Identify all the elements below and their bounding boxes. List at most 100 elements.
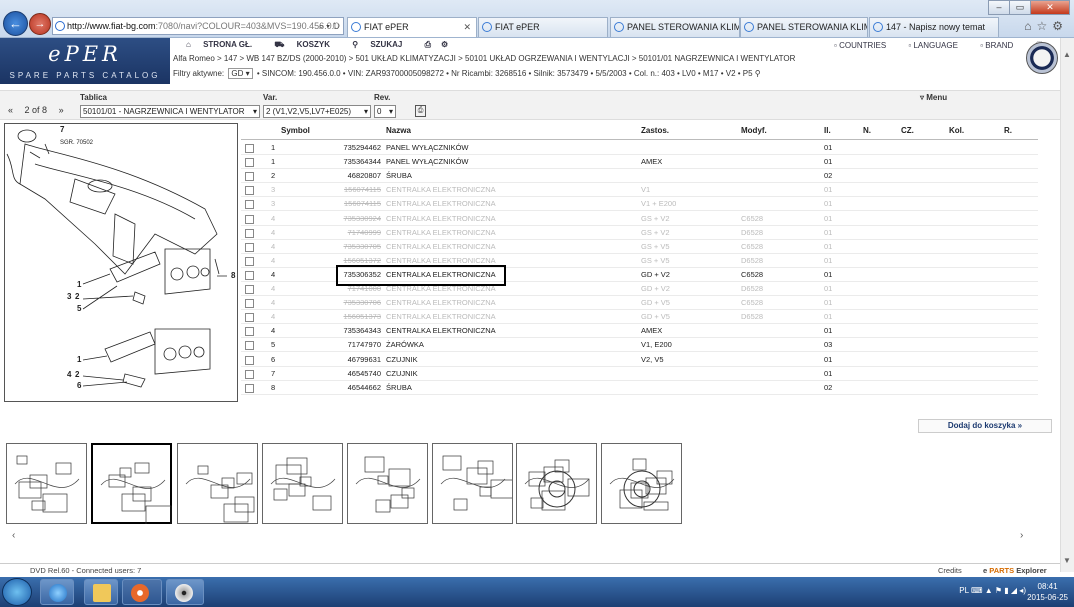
- close-window-button[interactable]: ✕: [1030, 0, 1070, 15]
- diagram-thumbnail[interactable]: [601, 443, 682, 524]
- nav-cart[interactable]: ⛟ KOSZYK: [274, 40, 340, 49]
- callout-7[interactable]: 7: [60, 125, 64, 134]
- row-checkbox[interactable]: [245, 285, 254, 294]
- vertical-scrollbar[interactable]: ▲ ▼: [1060, 38, 1074, 572]
- prev-page-icon[interactable]: «: [8, 105, 13, 115]
- table-row[interactable]: 4 156051373 CENTRALKA ELEKTRONICZNA GD + V5…: [241, 310, 1038, 325]
- row-checkbox[interactable]: [245, 158, 254, 168]
- diagram-thumbnail[interactable]: [91, 443, 172, 524]
- nav-home[interactable]: ⌂ STRONA GŁ.: [186, 40, 262, 49]
- row-checkbox[interactable]: [245, 369, 254, 379]
- system-tray[interactable]: PL ⌨ ▲ ⚑ ▮ ◢ ◂): [959, 586, 1026, 595]
- diagram-thumbnail[interactable]: [432, 443, 513, 524]
- close-tab-icon[interactable]: ✕: [463, 18, 471, 37]
- callout-4[interactable]: 4: [67, 370, 71, 379]
- callout-6[interactable]: 6: [77, 381, 81, 390]
- table-row[interactable]: 4 71740999 CENTRALKA ELEKTRONICZNA GS + V2 D…: [241, 226, 1038, 240]
- row-checkbox[interactable]: [245, 299, 254, 309]
- taskbar-ie[interactable]: [40, 579, 74, 605]
- browser-tab-4[interactable]: PANEL STEROWANIA KLIMY ...: [740, 17, 868, 37]
- table-row[interactable]: 4 735330706 CENTRALKA ELEKTRONICZNA GD + V5…: [241, 296, 1038, 311]
- print-icon[interactable]: ⎙: [425, 40, 431, 49]
- options-icon[interactable]: ⚙: [441, 40, 448, 49]
- filter-select[interactable]: GD ▾: [228, 68, 253, 79]
- row-checkbox[interactable]: [245, 327, 254, 337]
- home-icon[interactable]: ⌂: [1024, 19, 1036, 33]
- row-checkbox[interactable]: [245, 144, 254, 153]
- breadcrumb[interactable]: Alfa Romeo > 147 > WB 147 BZ/DS (2000-20…: [173, 54, 795, 63]
- favorites-star-icon[interactable]: ☆: [1036, 19, 1052, 33]
- pin-icon[interactable]: ⚲: [755, 69, 761, 78]
- browser-tab-5[interactable]: 147 - Napisz nowy temat: [869, 17, 999, 37]
- print-table-icon[interactable]: ⎙: [415, 105, 426, 117]
- nav-search[interactable]: ⚲ SZUKAJ: [352, 40, 412, 49]
- parts-explorer-link[interactable]: e PARTS Explorer: [983, 564, 1047, 577]
- add-to-cart-button[interactable]: Dodaj do koszyka »: [918, 419, 1052, 433]
- start-button[interactable]: [2, 578, 32, 606]
- table-row[interactable]: 4 735330924 CENTRALKA ELEKTRONICZNA GS + V2…: [241, 212, 1038, 226]
- browser-tab-3[interactable]: PANEL STEROWANIA KLIMAT...: [610, 17, 740, 37]
- column-header[interactable]: Il.: [824, 124, 831, 138]
- row-checkbox[interactable]: [245, 200, 254, 210]
- forward-button[interactable]: →: [29, 13, 51, 35]
- taskbar-disc[interactable]: [166, 579, 204, 605]
- back-button[interactable]: ←: [3, 11, 28, 36]
- callout-1[interactable]: 1: [77, 280, 81, 289]
- column-header[interactable]: CZ.: [901, 124, 914, 138]
- scroll-up-icon[interactable]: ▲: [1063, 50, 1071, 59]
- diagram-thumbnail[interactable]: [347, 443, 428, 524]
- table-row[interactable]: 3 156074115 CENTRALKA ELEKTRONICZNA V1 + E2…: [241, 197, 1038, 212]
- row-checkbox[interactable]: [245, 242, 254, 252]
- column-header[interactable]: Kol.: [949, 124, 964, 138]
- row-checkbox[interactable]: [245, 214, 254, 224]
- nav-countries[interactable]: ▫ COUNTRIES: [834, 41, 896, 50]
- rev-select[interactable]: 0 ▾: [374, 105, 396, 118]
- row-checkbox[interactable]: [245, 313, 254, 323]
- scroll-left-icon[interactable]: ‹: [12, 530, 15, 541]
- table-row[interactable]: 1 735294462 PANEL WYŁĄCZNIKÓW 01: [241, 141, 1038, 155]
- column-header[interactable]: Symbol: [281, 124, 310, 138]
- table-row[interactable]: 5 71747970 ŻARÓWKA V1, E200 03: [241, 338, 1038, 353]
- table-row[interactable]: 3 156074115 CENTRALKA ELEKTRONICZNA V1 01: [241, 183, 1038, 198]
- column-header[interactable]: R.: [1004, 124, 1012, 138]
- browser-tab-2[interactable]: FIAT ePER: [478, 17, 608, 37]
- table-row[interactable]: 4 735364343 CENTRALKA ELEKTRONICZNA AMEX 01: [241, 324, 1038, 339]
- callout-3[interactable]: 3: [67, 292, 71, 301]
- diagram-thumbnail[interactable]: [6, 443, 87, 524]
- menu-toggle[interactable]: ▿ Menu: [920, 93, 947, 102]
- table-row[interactable]: 2 46820807 ŚRUBA 02: [241, 169, 1038, 184]
- maximize-button[interactable]: ▭: [1009, 0, 1031, 15]
- next-page-icon[interactable]: »: [59, 105, 64, 115]
- scroll-down-icon[interactable]: ▼: [1063, 556, 1071, 565]
- parts-diagram[interactable]: 7 SGR. 70502 1 3 2 5 8 1 4 2 6: [4, 123, 238, 402]
- taskbar-explorer[interactable]: [84, 579, 118, 605]
- row-checkbox[interactable]: [245, 355, 254, 365]
- credits-link[interactable]: Credits: [938, 564, 962, 577]
- row-checkbox[interactable]: [245, 270, 254, 280]
- diagram-thumbnail[interactable]: [262, 443, 343, 524]
- table-row[interactable]: 4 735330705 CENTRALKA ELEKTRONICZNA GS + V5…: [241, 240, 1038, 254]
- callout-5[interactable]: 5: [77, 304, 81, 313]
- eper-logo[interactable]: ePER SPARE PARTS CATALOG: [0, 38, 170, 84]
- nav-language[interactable]: ▫ LANGUAGE: [908, 41, 968, 50]
- callout-1b[interactable]: 1: [77, 355, 81, 364]
- clock[interactable]: 08:41 2015-06-25: [1027, 581, 1068, 603]
- scroll-right-icon[interactable]: ›: [1020, 530, 1023, 541]
- settings-gear-icon[interactable]: ⚙: [1052, 19, 1068, 33]
- taskbar-media[interactable]: [122, 579, 162, 605]
- column-header[interactable]: N.: [863, 124, 871, 138]
- row-checkbox[interactable]: [245, 383, 254, 393]
- search-refresh-icon[interactable]: ⌕ ▾ ↻: [319, 18, 340, 34]
- tablica-select[interactable]: 50101/01 - NAGRZEWNICA I WENTYLATOR ▾: [80, 105, 260, 118]
- row-checkbox[interactable]: [245, 341, 254, 351]
- table-row[interactable]: 6 46799631 CZUJNIK V2, V5 01: [241, 353, 1038, 367]
- table-row[interactable]: 8 46544662 ŚRUBA 02: [241, 381, 1038, 395]
- table-row[interactable]: 7 46545740 CZUJNIK 01: [241, 367, 1038, 381]
- row-checkbox[interactable]: [245, 172, 254, 182]
- row-checkbox[interactable]: [245, 186, 254, 196]
- callout-2b[interactable]: 2: [75, 370, 79, 379]
- diagram-thumbnail[interactable]: [177, 443, 258, 524]
- column-header[interactable]: Zastos.: [641, 124, 669, 138]
- browser-tab-1[interactable]: FIAT ePER ✕: [347, 17, 477, 37]
- diagram-thumbnail[interactable]: [516, 443, 597, 524]
